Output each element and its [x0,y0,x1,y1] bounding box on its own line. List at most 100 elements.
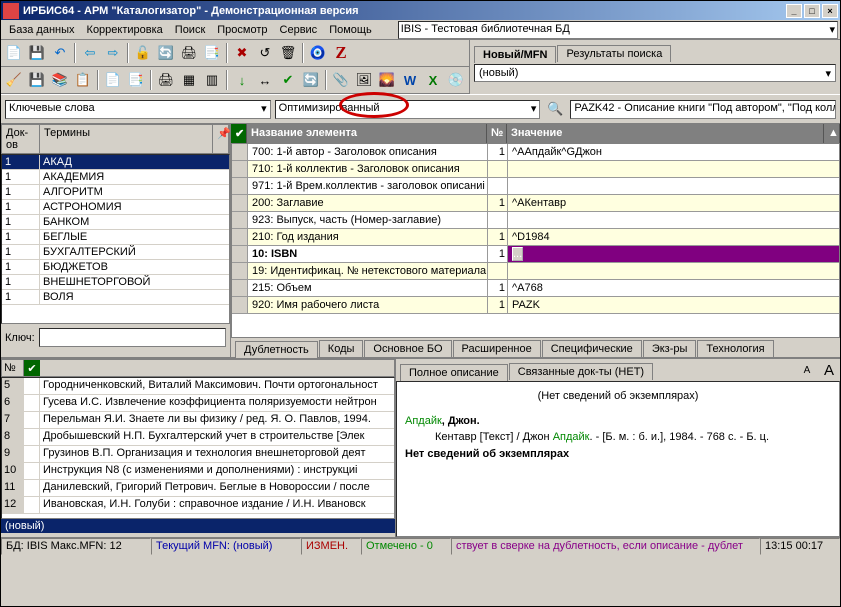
tab-full-desc[interactable]: Полное описание [400,364,508,381]
term-row[interactable]: 1БЮДЖЕТОВ [2,260,229,275]
menu-search[interactable]: Поиск [169,22,211,38]
result-row[interactable]: 12Ивановская, И.Н. Голуби : справочное и… [2,497,394,514]
print-card-icon[interactable]: 🖨 [155,69,177,91]
tab-related[interactable]: Связанные док-ты (НЕТ) [509,363,653,380]
ws-tab[interactable]: Основное БО [364,340,451,357]
transfer-icon[interactable]: ↔ [254,69,276,91]
grid-body[interactable]: 700: 1-й автор - Заголовок описания1^ААп… [231,143,840,338]
field-row[interactable]: 200: Заглавие1^АКентавр [232,195,839,212]
tab-search-results[interactable]: Результаты поиска [557,45,671,62]
attach-icon[interactable]: 📎 [330,69,352,91]
z-icon[interactable]: Z [330,42,352,64]
tab-new-mfn[interactable]: Новый/MFN [474,46,556,63]
menu-database[interactable]: База данных [3,22,81,38]
col-element[interactable]: Название элемента [247,124,487,143]
result-row[interactable]: 9Грузинов В.П. Организация и технология … [2,446,394,463]
result-row[interactable]: 8Дробышевский Н.П. Бухгалтерский учет в … [2,429,394,446]
result-row[interactable]: 6Гусева И.С. Извлечение коэффициента пол… [2,395,394,412]
save-icon[interactable]: 💾 [26,42,48,64]
key-input[interactable] [39,328,226,347]
ws-tab[interactable]: Технология [697,340,773,357]
font-dec-icon[interactable]: A [796,359,818,381]
field-row[interactable]: 19: Идентификац. № нетекстового материал… [232,263,839,280]
disk-icon[interactable]: 💿 [445,69,467,91]
term-row[interactable]: 1БУХГАЛТЕРСКИЙ [2,245,229,260]
ws-tab[interactable]: Расширенное [453,340,541,357]
template-select[interactable]: PAZK42 - Описание книги "Под автором", "… [570,100,836,119]
word-icon[interactable]: W [399,69,421,91]
trash-icon[interactable]: 🗑 [277,42,299,64]
save-rec-icon[interactable]: 💾 [26,69,48,91]
delete-icon[interactable]: ✖ [231,42,253,64]
search-mode-select[interactable]: Ключевые слова▾ [5,100,271,119]
col-docs[interactable]: Док-ов [2,125,40,153]
refresh2-icon[interactable]: 🔄 [300,69,322,91]
ws-tab[interactable]: Коды [319,340,364,357]
batch-print-icon[interactable]: 📑 [201,42,223,64]
field-row[interactable]: 971: 1-й Врем.коллектив - заголовок опис… [232,178,839,195]
global-icon[interactable]: 🧿 [307,42,329,64]
col-check[interactable]: ✔ [24,360,40,376]
search-opt-icon[interactable]: 🔍 [544,98,566,120]
term-row[interactable]: 1ВОЛЯ [2,290,229,305]
term-row[interactable]: 1АКАДЕМИЯ [2,170,229,185]
field-row[interactable]: 923: Выпуск, часть (Номер-заглавие) [232,212,839,229]
photo-icon[interactable]: 🖼 [353,69,375,91]
unlock-icon[interactable]: 🔓 [132,42,154,64]
restore-icon[interactable]: ↺ [254,42,276,64]
copy-doc-icon[interactable]: 📄 [102,69,124,91]
layout1-icon[interactable]: ▦ [178,69,200,91]
photo2-icon[interactable]: 🌄 [376,69,398,91]
menu-help[interactable]: Помощь [323,22,378,38]
field-row[interactable]: 215: Объем1^А768 [232,280,839,297]
result-row[interactable]: 10Инструкция N8 (с изменениями и дополне… [2,463,394,480]
reset-form-icon[interactable]: 📋 [72,69,94,91]
font-inc-icon[interactable]: A [818,359,840,381]
term-row[interactable]: 1ВНЕШНЕТОРГОВОЙ [2,275,229,290]
arrow-down-icon[interactable]: ↓ [231,69,253,91]
field-row[interactable]: 920: Имя рабочего листа1PAZK [232,297,839,314]
term-row[interactable]: 1АЛГОРИТМ [2,185,229,200]
new-icon[interactable]: 📄 [3,42,25,64]
minimize-button[interactable]: _ [786,4,802,18]
ws-tab[interactable]: Экз-ры [643,340,697,357]
maximize-button[interactable]: □ [804,4,820,18]
results-list[interactable]: 5Городниченковский, Виталий Максимович. … [1,377,395,519]
field-row[interactable]: 710: 1-й коллектив - Заголовок описания [232,161,839,178]
result-row[interactable]: 5Городниченковский, Виталий Максимович. … [2,378,394,395]
terms-list[interactable]: 1АКАД1АКАДЕМИЯ1АЛГОРИТМ1АСТРОНОМИЯ1БАНКО… [1,154,230,324]
ws-tab[interactable]: Дублетность [235,341,318,358]
layout2-icon[interactable]: ▥ [201,69,223,91]
check-icon[interactable]: ✔ [277,69,299,91]
term-row[interactable]: 1АКАД [2,155,229,170]
undo-icon[interactable]: ↶ [49,42,71,64]
next-record-icon[interactable]: ⇨ [102,42,124,64]
search-view-select[interactable]: Оптимизированный▾ [275,100,541,119]
term-row[interactable]: 1БЕГЛЫЕ [2,230,229,245]
prev-record-icon[interactable]: ⇦ [79,42,101,64]
copy-save-icon[interactable]: 📑 [125,69,147,91]
results-new-row[interactable]: (новый) [1,519,395,533]
print-icon[interactable]: 🖨 [178,42,200,64]
menu-service[interactable]: Сервис [274,22,324,38]
field-row[interactable]: 10: ISBN1... [232,246,839,263]
mfn-input[interactable]: (новый)▾ [474,64,836,82]
term-row[interactable]: 1АСТРОНОМИЯ [2,200,229,215]
result-row[interactable]: 11Данилевский, Григорий Петрович. Беглые… [2,480,394,497]
field-row[interactable]: 700: 1-й автор - Заголовок описания1^ААп… [232,144,839,161]
database-select[interactable]: IBIS - Тестовая библиотечная БД▾ [398,21,838,39]
col-number[interactable]: № [2,360,24,376]
clear-icon[interactable]: 🧹 [3,69,25,91]
ws-tab[interactable]: Специфические [542,340,642,357]
refresh-icon[interactable]: 🔄 [155,42,177,64]
close-button[interactable]: × [822,4,838,18]
preview-body-link[interactable]: Апдайк [553,431,590,443]
term-row[interactable]: 1БАНКОМ [2,215,229,230]
excel-icon[interactable]: X [422,69,444,91]
result-row[interactable]: 7Перельман Я.И. Знаете ли вы физику / ре… [2,412,394,429]
col-terms[interactable]: Термины [40,125,213,153]
save-group-icon[interactable]: 📚 [49,69,71,91]
field-expand-button[interactable]: ... [512,247,523,261]
field-row[interactable]: 210: Год издания1^D1984 [232,229,839,246]
col-value[interactable]: Значение [507,124,824,143]
